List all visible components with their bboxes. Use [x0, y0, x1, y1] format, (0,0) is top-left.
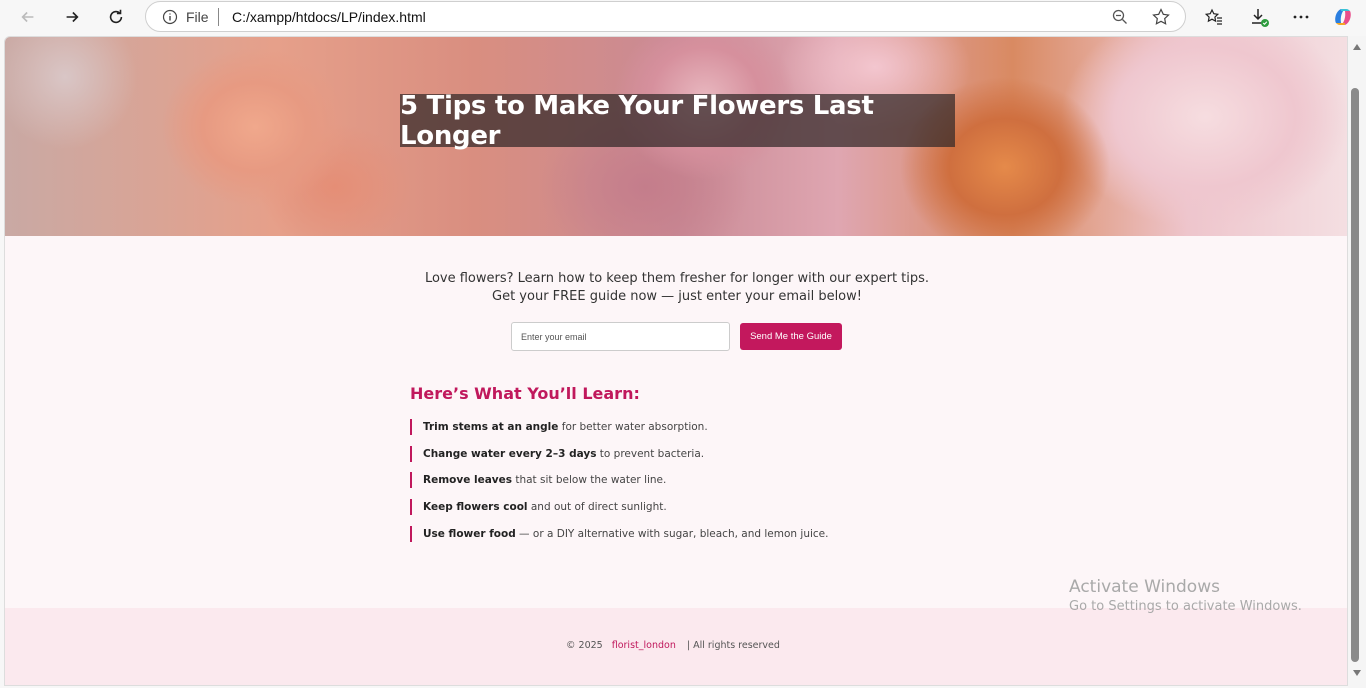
vertical-scrollbar[interactable]	[1348, 36, 1366, 688]
copilot-button[interactable]	[1330, 5, 1356, 29]
tip-text: that sit below the water line.	[512, 474, 667, 487]
tip-bold: Keep flowers cool	[423, 501, 528, 514]
favorites-button[interactable]	[1201, 5, 1227, 29]
send-guide-button[interactable]: Send Me the Guide	[740, 323, 842, 350]
hero-banner: 5 Tips to Make Your Flowers Last Longer	[5, 37, 1347, 236]
browser-toolbar: File C:/xampp/htdocs/LP/index.html	[0, 0, 1366, 34]
intro-line-1: Love flowers? Learn how to keep them fre…	[424, 271, 930, 286]
forward-arrow-icon	[66, 11, 79, 23]
forward-button[interactable]	[57, 4, 87, 30]
brand-link[interactable]: florist_london	[612, 640, 676, 651]
tip-item: Trim stems at an angle for better water …	[410, 419, 1010, 435]
downloads-button[interactable]	[1246, 5, 1272, 29]
favorite-star-icon[interactable]	[1151, 7, 1171, 27]
refresh-button[interactable]	[101, 4, 131, 30]
intro-line-2: Get your FREE guide now — just enter you…	[492, 289, 862, 304]
hero-title: 5 Tips to Make Your Flowers Last Longer	[400, 90, 874, 151]
favorites-list-icon	[1204, 8, 1222, 25]
tip-bold: Change water every 2–3 days	[423, 447, 597, 460]
address-separator	[218, 8, 219, 26]
rights-text: | All rights reserved	[686, 640, 780, 651]
email-input[interactable]	[511, 322, 730, 351]
tips-list: Trim stems at an angle for better water …	[410, 419, 1010, 552]
watermark-line-2: Go to Settings to activate Windows.	[1069, 599, 1302, 614]
learn-heading: Here’s What You’ll Learn:	[410, 384, 640, 403]
scrollbar-thumb[interactable]	[1351, 88, 1359, 662]
refresh-icon	[109, 9, 123, 24]
hero-title-box: 5 Tips to Make Your Flowers Last Longer	[400, 91, 955, 151]
back-button[interactable]	[13, 4, 43, 30]
signup-form: Send Me the Guide	[511, 322, 845, 352]
address-bar[interactable]: File C:/xampp/htdocs/LP/index.html	[145, 1, 1186, 32]
intro-text: Love flowers? Learn how to keep them fre…	[5, 270, 1347, 306]
file-label: File	[186, 9, 209, 25]
tip-item: Remove leaves that sit below the water l…	[410, 472, 1010, 489]
tip-bold: Use flower food	[423, 527, 516, 540]
download-icon	[1252, 9, 1269, 27]
copyright-text: © 2025	[566, 640, 603, 651]
more-dots-icon	[1293, 15, 1309, 19]
scroll-up-arrow-icon[interactable]	[1353, 44, 1361, 50]
more-menu-button[interactable]	[1288, 5, 1314, 29]
copilot-icon	[1335, 9, 1351, 25]
tip-text: — or a DIY alternative with sugar, bleac…	[515, 527, 829, 540]
tip-text: and out of direct sunlight.	[527, 501, 667, 514]
tip-item: Keep flowers cool and out of direct sunl…	[410, 499, 1010, 516]
url-text[interactable]: C:/xampp/htdocs/LP/index.html	[232, 9, 426, 25]
scroll-down-arrow-icon[interactable]	[1353, 670, 1361, 676]
info-icon[interactable]	[162, 9, 178, 25]
footer-text: © 2025 florist_london | All rights reser…	[566, 640, 780, 651]
back-arrow-icon	[21, 11, 34, 23]
page-footer: © 2025 florist_london | All rights reser…	[5, 608, 1347, 685]
activate-windows-watermark: Activate Windows Go to Settings to activ…	[1069, 576, 1302, 616]
tip-item: Change water every 2–3 days to prevent b…	[410, 445, 1010, 462]
tip-text: for better water absorption.	[558, 421, 708, 433]
tip-item: Use flower food — or a DIY alternative w…	[410, 525, 1010, 542]
watermark-line-1: Activate Windows	[1069, 577, 1220, 597]
zoom-out-icon[interactable]	[1111, 8, 1129, 26]
tip-bold: Remove leaves	[423, 474, 513, 487]
tip-text: to prevent bacteria.	[596, 447, 705, 460]
tip-bold: Trim stems at an angle	[423, 421, 559, 433]
